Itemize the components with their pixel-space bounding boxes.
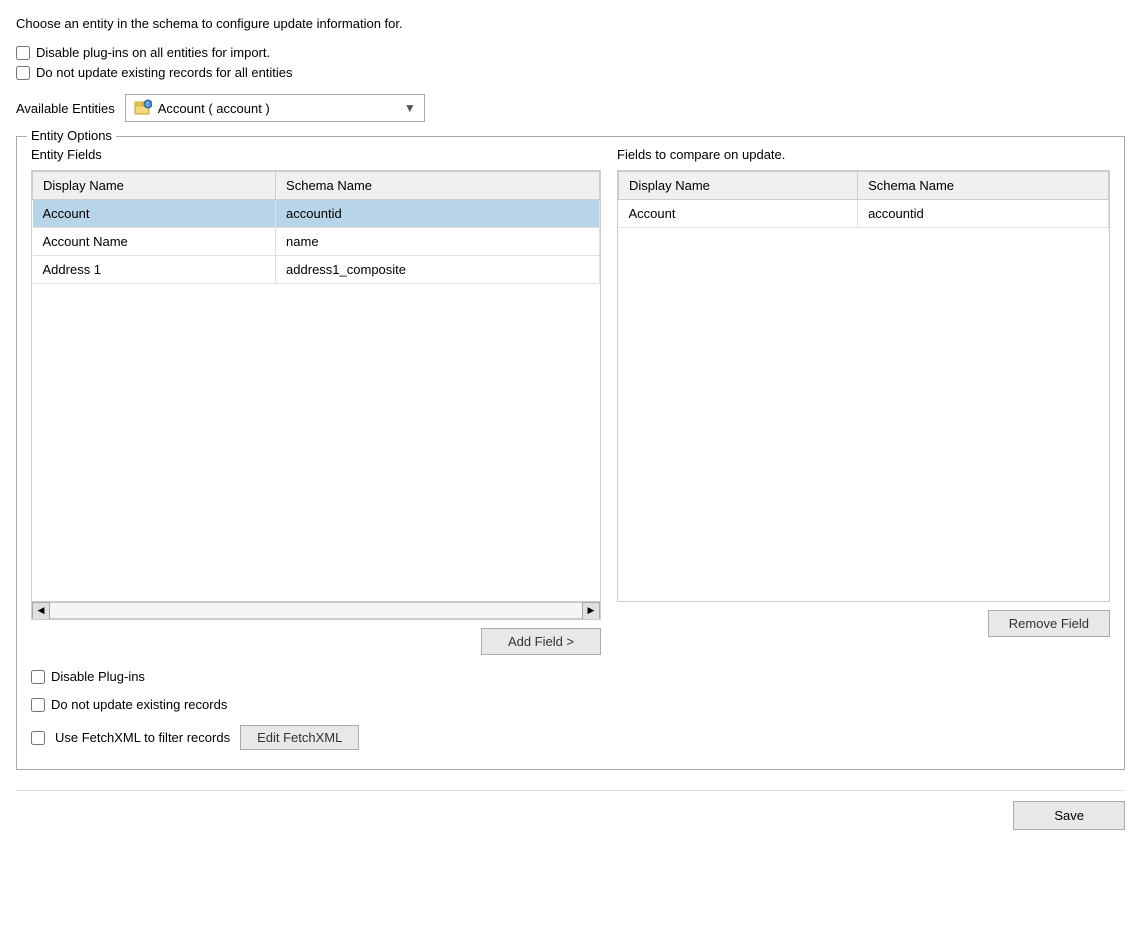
left-row-display: Address 1 (33, 256, 276, 284)
no-update-entity-label: Do not update existing records (51, 697, 227, 712)
entity-fields-section: Entity Fields Display Name Schema Name A… (31, 147, 1110, 655)
add-field-row: Add Field > (31, 628, 601, 655)
disable-plugins-entity-row: Disable Plug-ins (31, 669, 1110, 684)
edit-fetchxml-button[interactable]: Edit FetchXML (240, 725, 359, 750)
entity-options-legend: Entity Options (27, 128, 116, 143)
no-update-entity-row: Do not update existing records (31, 697, 1110, 712)
right-row-display: Account (619, 200, 858, 228)
entity-options-group: Entity Options Entity Fields Display Nam… (16, 136, 1125, 770)
disable-plugins-global-label: Disable plug-ins on all entities for imp… (36, 45, 270, 60)
available-entities-row: Available Entities ! Account ( account )… (16, 94, 1125, 122)
disable-plugins-entity-label: Disable Plug-ins (51, 669, 145, 684)
right-fields-table: Display Name Schema Name Account account… (618, 171, 1109, 228)
no-update-global-label: Do not update existing records for all e… (36, 65, 293, 80)
save-bar: Save (16, 790, 1125, 834)
disable-plugins-global-checkbox[interactable] (16, 46, 30, 60)
left-fields-table: Display Name Schema Name Account account… (32, 171, 600, 284)
available-entities-label: Available Entities (16, 101, 115, 116)
table-row[interactable]: Account Name name (33, 228, 600, 256)
fetchxml-row: Use FetchXML to filter records Edit Fetc… (31, 725, 1110, 750)
right-col-display: Display Name (619, 172, 858, 200)
chevron-down-icon: ▼ (404, 101, 416, 115)
left-row-schema: name (276, 228, 600, 256)
bottom-options: Disable Plug-ins Do not update existing … (31, 669, 1110, 755)
intro-text: Choose an entity in the schema to config… (16, 16, 1125, 31)
left-row-schema: accountid (276, 200, 600, 228)
right-table-header-row: Display Name Schema Name (619, 172, 1109, 200)
fetchxml-label: Use FetchXML to filter records (55, 730, 230, 745)
table-row[interactable]: Address 1 address1_composite (33, 256, 600, 284)
no-update-global-checkbox[interactable] (16, 66, 30, 80)
right-row-schema: accountid (858, 200, 1109, 228)
left-table-header-row: Display Name Schema Name (33, 172, 600, 200)
entity-dropdown-text: Account ( account ) (158, 101, 398, 116)
left-panel-title: Entity Fields (31, 147, 601, 162)
left-panel: Entity Fields Display Name Schema Name A… (31, 147, 601, 655)
scroll-left-btn[interactable]: ◀ (32, 602, 50, 620)
scroll-right-btn[interactable]: ▶ (582, 602, 600, 620)
entity-dropdown[interactable]: ! Account ( account ) ▼ (125, 94, 425, 122)
left-table-wrapper[interactable]: Display Name Schema Name Account account… (32, 171, 600, 601)
disable-plugins-entity-checkbox[interactable] (31, 670, 45, 684)
right-table-body: Account accountid (619, 200, 1109, 228)
fetchxml-checkbox[interactable] (31, 731, 45, 745)
right-table-wrapper[interactable]: Display Name Schema Name Account account… (618, 171, 1109, 601)
scroll-track (50, 602, 582, 619)
left-row-schema: address1_composite (276, 256, 600, 284)
left-col-schema: Schema Name (276, 172, 600, 200)
left-col-display: Display Name (33, 172, 276, 200)
horizontal-scrollbar[interactable]: ◀ ▶ (32, 601, 600, 619)
entity-icon: ! (134, 99, 152, 117)
left-table-container: Display Name Schema Name Account account… (31, 170, 601, 620)
remove-field-row: Remove Field (617, 610, 1110, 637)
table-row[interactable]: Account accountid (33, 200, 600, 228)
right-table-container: Display Name Schema Name Account account… (617, 170, 1110, 602)
add-field-button[interactable]: Add Field > (481, 628, 601, 655)
left-row-display: Account Name (33, 228, 276, 256)
left-row-display: Account (33, 200, 276, 228)
save-button[interactable]: Save (1013, 801, 1125, 830)
right-panel: Fields to compare on update. Display Nam… (617, 147, 1110, 655)
disable-plugins-global-row: Disable plug-ins on all entities for imp… (16, 45, 1125, 60)
right-col-schema: Schema Name (858, 172, 1109, 200)
table-row[interactable]: Account accountid (619, 200, 1109, 228)
remove-field-button[interactable]: Remove Field (988, 610, 1110, 637)
no-update-entity-checkbox[interactable] (31, 698, 45, 712)
no-update-global-row: Do not update existing records for all e… (16, 65, 1125, 80)
right-panel-title: Fields to compare on update. (617, 147, 1110, 162)
left-table-body: Account accountid Account Name name Addr… (33, 200, 600, 284)
